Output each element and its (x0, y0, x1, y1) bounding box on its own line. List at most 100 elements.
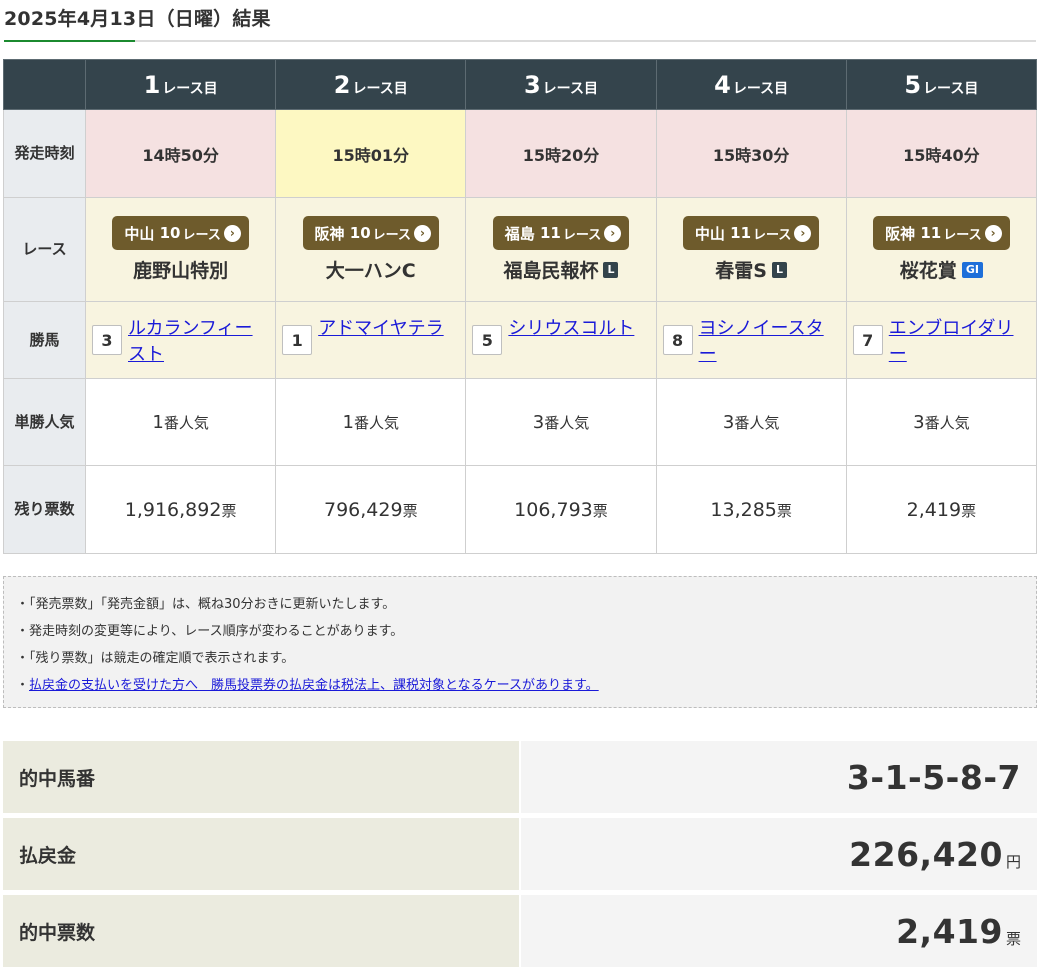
badge-suffix: レース (753, 227, 792, 243)
start-time-row: 発走時刻 14時50分 15時01分 15時20分 15時30分 15時40分 (3, 109, 1038, 198)
horse-number: 1 (282, 325, 313, 355)
venue-race-badge[interactable]: 福島 11 レース › (492, 216, 630, 250)
venue-race-number: 11 (539, 224, 561, 242)
race-number: 5 (904, 70, 922, 99)
votes-unit: 票 (592, 501, 608, 520)
row-label-start-time: 発走時刻 (3, 109, 86, 198)
winning-tickets-label: 的中票数 (3, 895, 519, 967)
badge-suffix: レース (372, 227, 412, 243)
popularity-rank: 3 (722, 411, 735, 433)
popularity-rank: 3 (532, 411, 545, 433)
race-number: 2 (333, 70, 351, 99)
title-divider (4, 40, 1036, 42)
badge-suffix: レース (562, 227, 602, 243)
winner-cell: 8 ヨシノイースター (655, 301, 847, 379)
start-time-cell: 15時20分 (465, 109, 657, 198)
venue-race-number: 11 (920, 224, 942, 242)
note-bullet: ・ (16, 678, 30, 693)
note-item: ・「残り票数」は競走の確定順で表示されます。 (16, 651, 295, 666)
results-table: 1 レース目 2 レース目 3 レース目 4 レース目 5 レース目 発走時刻 14時50… (3, 59, 1038, 554)
header-race-1: 1 レース目 (84, 59, 277, 110)
venue-race-number: 11 (730, 224, 752, 242)
race-suffix: レース目 (923, 80, 979, 97)
winning-tickets-row: 的中票数 2,419 票 (3, 895, 1037, 967)
venue-race-badge[interactable]: 中山 11 レース › (682, 216, 820, 250)
winner-horse-link[interactable]: エンブロイダリー (889, 316, 1030, 368)
winner-horse-link[interactable]: ヨシノイースター (699, 316, 840, 368)
winner-horse-link[interactable]: シリウスコルト (508, 316, 634, 342)
chevron-right-icon: › (604, 224, 622, 242)
row-label-race: レース (3, 197, 86, 302)
chevron-right-icon: › (223, 224, 241, 242)
badge-suffix: レース (182, 227, 221, 243)
winner-row: 勝馬 3 ルカランフィースト 1 アドマイヤテラ 5 シリウスコルト 8 ヨシノイースタ… (3, 301, 1038, 379)
race-suffix: レース目 (162, 80, 218, 97)
note-item: ・「発売票数」「発売金額」は、概ね30分おきに更新いたします。 (16, 597, 396, 612)
remaining-votes-cell: 2,419票 (845, 465, 1038, 554)
chevron-right-icon: › (984, 224, 1002, 242)
winner-horse-link[interactable]: ルカランフィースト (128, 316, 269, 368)
payout-label: 払戻金 (3, 818, 519, 890)
g1-grade-icon: GI (961, 261, 983, 278)
winner-cell: 5 シリウスコルト (465, 301, 657, 379)
notes-box: ・「発売票数」「発売金額」は、概ね30分おきに更新いたします。 ・発走時刻の変更… (3, 576, 1037, 708)
tax-info-link[interactable]: 払戻金の支払いを受けた方へ 勝馬投票券の払戻金は税法上、課税対象となるケースがあ… (29, 678, 599, 693)
race-cell: 阪神 11 レース › 桜花賞 GI (845, 197, 1038, 302)
race-suffix: レース目 (352, 80, 408, 97)
popularity-rank: 3 (913, 411, 925, 433)
header-race-4: 4 レース目 (655, 59, 847, 110)
popularity-cell: 3番人気 (465, 378, 657, 466)
popularity-cell: 3番人気 (655, 378, 847, 466)
winning-tickets-unit: 票 (1005, 929, 1021, 948)
race-suffix: レース目 (542, 80, 598, 97)
winner-cell: 1 アドマイヤテラ (275, 301, 467, 379)
winner-horse-link[interactable]: アドマイヤテラ (318, 316, 443, 342)
remaining-votes-cell: 13,285票 (655, 465, 847, 554)
venue-race-badge[interactable]: 阪神 11 レース › (873, 216, 1010, 250)
venue-race-badge[interactable]: 中山 10 レース › (112, 216, 249, 250)
venue-name: 中山 (694, 224, 725, 243)
winner-cell: 7 エンブロイダリー (845, 301, 1038, 379)
race-number: 1 (143, 70, 161, 99)
popularity-suffix: 番人気 (544, 413, 590, 432)
race-suffix: レース目 (732, 80, 789, 97)
venue-race-number: 10 (349, 224, 371, 242)
badge-suffix: レース (943, 227, 982, 243)
payout-unit: 円 (1005, 852, 1021, 871)
race-cell: 阪神 10 レース › 大一ハンC (275, 197, 467, 302)
listed-grade-icon: L (603, 261, 619, 278)
race-name: 桜花賞 (899, 260, 957, 282)
payout-value: 226,420 (849, 834, 1003, 874)
start-time-cell: 15時40分 (845, 109, 1038, 198)
listed-grade-icon: L (771, 261, 787, 278)
horse-number: 8 (662, 325, 693, 355)
race-row: レース 中山 10 レース › 鹿野山特別 阪神 10 レース › 大一ハンC 福島 1… (3, 197, 1038, 302)
votes-unit: 票 (221, 501, 237, 520)
title-divider-accent (4, 40, 135, 42)
winning-tickets-value: 2,419 (896, 911, 1003, 951)
chevron-right-icon: › (414, 224, 432, 242)
votes-unit: 票 (961, 501, 977, 520)
page-title: 2025年4月13日（日曜）結果 (4, 8, 271, 30)
start-time-cell: 14時50分 (84, 109, 277, 198)
row-label-winner: 勝馬 (3, 301, 86, 379)
venue-race-badge[interactable]: 阪神 10 レース › (302, 216, 440, 250)
winning-numbers-row: 的中馬番 3-1-5-8-7 (3, 741, 1037, 813)
winning-numbers-value: 3-1-5-8-7 (846, 757, 1021, 797)
race-name: 春雷S (715, 260, 767, 282)
popularity-cell: 1番人気 (84, 378, 277, 466)
votes-value: 2,419 (906, 498, 962, 521)
popularity-suffix: 番人気 (924, 413, 970, 432)
horse-number: 7 (852, 325, 883, 355)
venue-name: 阪神 (885, 224, 916, 243)
row-label-popularity: 単勝人気 (3, 378, 86, 466)
note-item: ・発走時刻の変更等により、レース順序が変わることがあります。 (16, 624, 404, 639)
remaining-votes-row: 残り票数 1,916,892票 796,429票 106,793票 13,285… (3, 465, 1038, 554)
remaining-votes-cell: 796,429票 (275, 465, 467, 554)
header-corner (3, 59, 86, 110)
horse-number: 3 (92, 325, 122, 355)
row-label-remaining: 残り票数 (3, 465, 86, 554)
race-name: 福島民報杯 (503, 260, 599, 282)
popularity-cell: 3番人気 (845, 378, 1038, 466)
votes-value: 106,793 (514, 498, 593, 521)
